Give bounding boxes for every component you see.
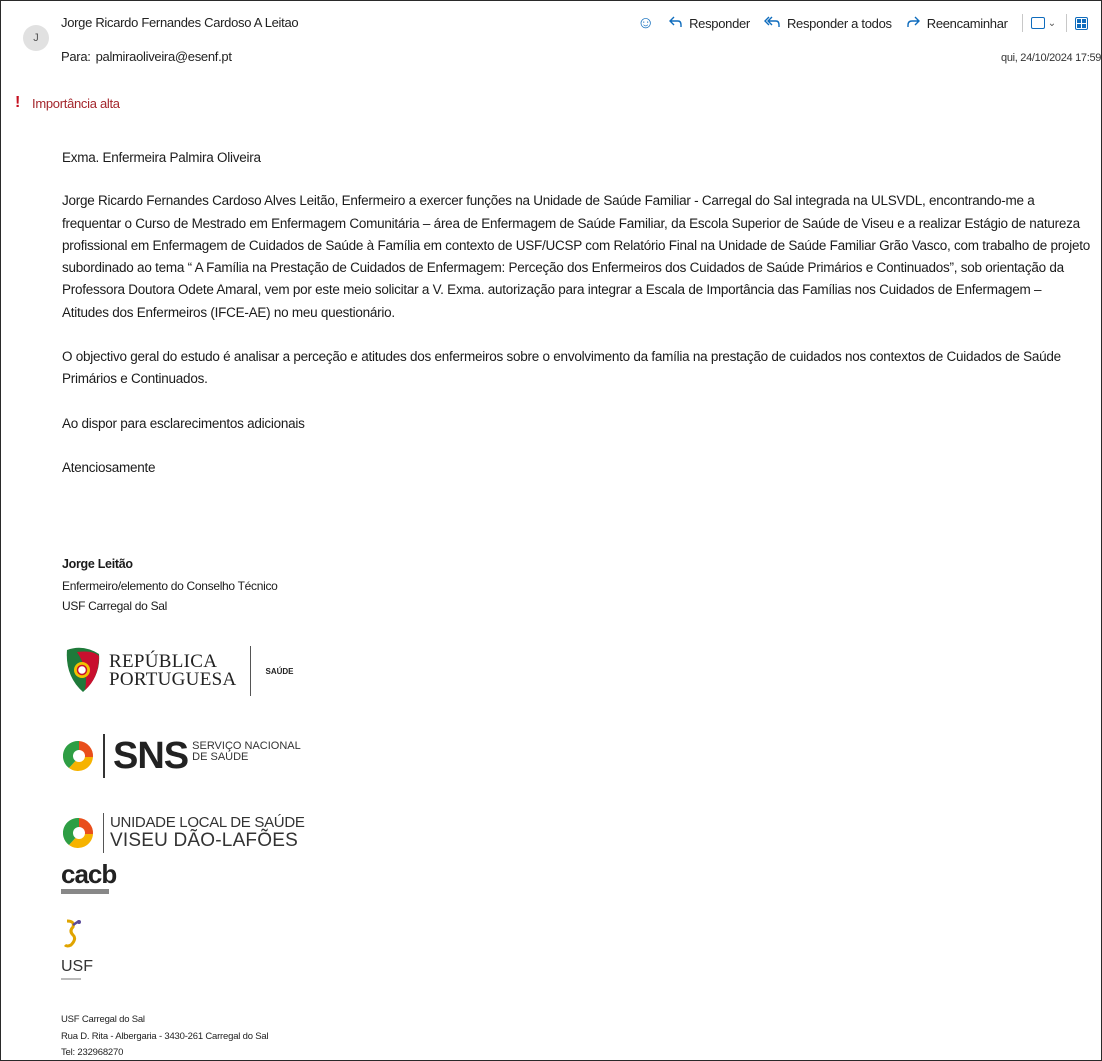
- greeting: Exma. Enfermeira Palmira Oliveira: [62, 150, 261, 165]
- signature-role: Enfermeiro/elemento do Conselho Técnico: [62, 579, 278, 593]
- usf-logo: USF: [61, 919, 93, 980]
- sns-logo: SNS SERVIÇO NACIONAL DE SAÚDE: [63, 734, 301, 778]
- body-line: profissional em Enfermagem de Cuidados d…: [62, 237, 1091, 253]
- reply-all-label: Responder a todos: [786, 15, 892, 31]
- sns-subtitle-line2: DE SAÚDE: [192, 751, 249, 763]
- importance-label: Importância alta: [32, 95, 120, 111]
- reply-button[interactable]: Responder: [668, 15, 750, 31]
- body-line: Atitudes dos Enfermeiros (IFCE-AE) no me…: [62, 304, 395, 320]
- sent-date: qui, 24/10/2024 17:59: [1001, 52, 1102, 64]
- cacb-logo: cacb: [61, 859, 117, 894]
- signature-unit: USF Carregal do Sal: [62, 599, 168, 613]
- high-importance-icon: !: [15, 94, 21, 111]
- paragraph-objective: O objectivo geral do estudo é analisar a…: [62, 346, 1092, 391]
- closing: Atenciosamente: [62, 459, 156, 475]
- forward-icon: [906, 15, 921, 31]
- chevron-down-icon: ⌄: [1047, 17, 1056, 29]
- logo-divider: [250, 646, 252, 696]
- paragraph-request: Jorge Ricardo Fernandes Cardoso Alves Le…: [62, 190, 1092, 324]
- uls-line2: VISEU DÃO-LAFÕES: [110, 830, 298, 851]
- apps-icon[interactable]: [1074, 16, 1088, 30]
- sender-name[interactable]: Jorge Ricardo Fernandes Cardoso A Leitao: [61, 15, 299, 30]
- paragraph-availability: Ao dispor para esclarecimentos adicionai…: [62, 415, 305, 431]
- cacb-text: cacb: [61, 859, 117, 889]
- usf-emblem-icon: [63, 919, 81, 948]
- body-line: Jorge Ricardo Fernandes Cardoso Alves Le…: [62, 193, 1035, 209]
- toolbar-divider: [1065, 14, 1067, 32]
- body-line: Professora Doutora Odete Amaral, vem por…: [62, 282, 1042, 298]
- body-line: subordinado ao tema “ A Família na Prest…: [62, 260, 1064, 276]
- uls-viseu-logo: UNIDADE LOCAL DE SAÚDE VISEU DÃO-LAFÕES: [63, 813, 305, 853]
- usf-underline: [61, 978, 81, 980]
- republica-line2: PORTUGUESA: [109, 669, 237, 690]
- sns-subtitle: SERVIÇO NACIONAL DE SAÚDE: [192, 741, 301, 763]
- footer-unit-name: USF Carregal do Sal: [61, 1014, 145, 1025]
- usf-text: USF: [61, 958, 93, 975]
- footer-address: Rua D. Rita - Albergaria - 3430-261 Carr…: [61, 1031, 269, 1042]
- body-line: Primários e Continuados.: [62, 371, 208, 387]
- cacb-underline: [61, 889, 109, 894]
- avatar-initial: J: [33, 32, 39, 44]
- toolbar-divider: [1021, 14, 1023, 32]
- reply-icon: [668, 15, 683, 31]
- republica-portuguesa-logo: REPÚBLICA PORTUGUESA SAÚDE: [63, 646, 294, 696]
- signature-name: Jorge Leitão: [62, 557, 133, 571]
- republica-text: REPÚBLICA PORTUGUESA: [109, 652, 237, 690]
- footer-phone: Tel: 232968270: [61, 1047, 124, 1058]
- sender-avatar[interactable]: J: [23, 25, 49, 51]
- reply-all-button[interactable]: Responder a todos: [763, 15, 892, 31]
- forward-label: Reencaminhar: [926, 15, 1008, 31]
- message-view-icon: [1030, 17, 1045, 29]
- smiley-icon[interactable]: ☺: [637, 13, 654, 33]
- importance-banner: ! Importância alta: [15, 94, 120, 112]
- recipient-address[interactable]: palmiraoliveira@esenf.pt: [96, 49, 232, 64]
- message-view-button[interactable]: ⌄: [1030, 17, 1056, 29]
- message-body: Exma. Enfermeira Palmira Oliveira Jorge …: [62, 147, 1092, 501]
- body-line: frequentar o Curso de Mestrado em Enferm…: [62, 215, 1080, 231]
- uls-line1: UNIDADE LOCAL DE SAÚDE: [110, 814, 305, 831]
- to-label: Para:: [61, 49, 91, 64]
- reply-all-icon: [763, 15, 781, 31]
- saude-label: SAÚDE: [265, 666, 294, 676]
- uls-text: UNIDADE LOCAL DE SAÚDE VISEU DÃO-LAFÕES: [110, 815, 305, 851]
- sns-acronym: SNS: [113, 734, 189, 777]
- uls-emblem-icon: [63, 817, 94, 849]
- recipient-row: Para: palmiraoliveira@esenf.pt: [61, 49, 232, 64]
- message-actions-toolbar: ☺ Responder Responder a todos Reencaminh…: [637, 13, 1101, 33]
- portugal-emblem-icon: [66, 647, 100, 692]
- body-line: O objectivo geral do estudo é analisar a…: [62, 349, 1061, 365]
- email-reading-pane: J Jorge Ricardo Fernandes Cardoso A Leit…: [0, 0, 1102, 1061]
- logo-divider: [103, 813, 104, 853]
- logo-divider: [103, 734, 105, 778]
- forward-button[interactable]: Reencaminhar: [906, 15, 1008, 31]
- reply-label: Responder: [689, 15, 750, 31]
- sns-emblem-icon: [63, 740, 94, 772]
